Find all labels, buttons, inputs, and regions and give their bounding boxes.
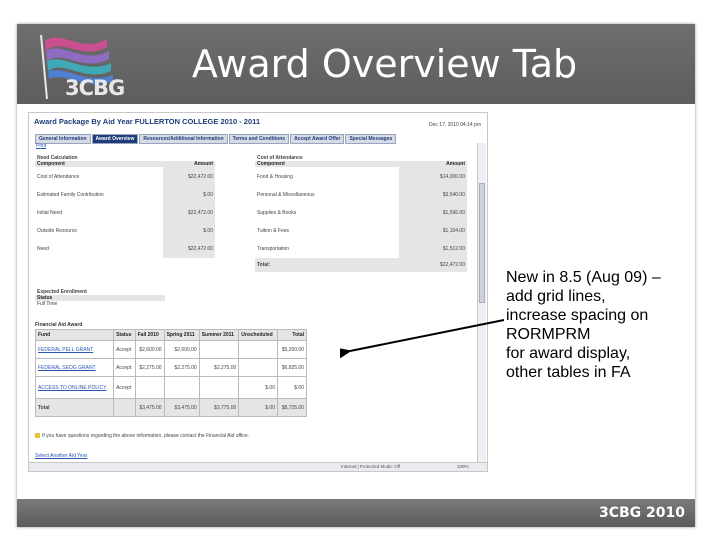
- aid-table: Fund Status Fall 2010 Spring 2011 Summer…: [34, 329, 308, 417]
- enrollment-table: Expected Enrollment Status Full Time: [35, 289, 165, 307]
- coa-row-label: Transportation: [257, 246, 290, 252]
- coa-row-amount: $1,512.00: [399, 240, 467, 258]
- tab-award-overview[interactable]: Award Overview: [91, 134, 139, 144]
- aid-fall: [134, 376, 165, 399]
- aid-total: $.00: [276, 376, 308, 399]
- coa-row-amount: $1,596.00: [399, 204, 467, 222]
- aid-summer: [198, 376, 240, 399]
- aid-status: Accept: [113, 376, 136, 399]
- tab-special-messages[interactable]: Special Messages: [345, 134, 397, 144]
- need-row-amount: $22,472.00: [162, 240, 215, 258]
- footer-text: 3CBG 2010: [598, 505, 685, 521]
- coa-row-label: Supplies & Books: [257, 210, 297, 216]
- timestamp: Dec 17, 2010 04:14 pm: [429, 122, 481, 128]
- scrollbar-thumb[interactable]: [479, 183, 485, 303]
- coa-total-amount: $22,472.00: [399, 258, 467, 272]
- lightbulb-icon: [35, 433, 40, 439]
- aid-col-fall: Fall 2010: [134, 329, 165, 341]
- slide-title: Award Overview Tab: [191, 42, 578, 86]
- table-total-row: Total $3,475.00 $3,475.00 $3,775.00 $.00…: [34, 398, 308, 417]
- coa-row-amount: $14,000.00: [399, 167, 467, 186]
- aid-total-fall: $3,475.00: [134, 398, 165, 417]
- need-row-amount: $.00: [162, 186, 215, 204]
- embedded-screenshot: Award Package By Aid Year FULLERTON COLL…: [28, 112, 488, 472]
- aid-total-label: Total: [34, 398, 115, 417]
- need-row-label: Cost of Attendance: [37, 173, 80, 180]
- table-row: FEDERAL SEOG GRANT Accept $2,275.00 $2,2…: [34, 358, 308, 377]
- aid-fall: $2,600.00: [134, 340, 165, 359]
- page-title: Award Package By Aid Year FULLERTON COLL…: [34, 117, 261, 126]
- aid-fund-link[interactable]: FEDERAL PELL GRANT: [34, 340, 115, 359]
- aid-col-status: Status: [113, 329, 136, 341]
- help-note: If you have questions regarding the abov…: [35, 433, 249, 439]
- cost-of-attendance-table: Cost of Attendance Component Amount Food…: [255, 155, 467, 272]
- need-row-amount: $22,472.00: [162, 204, 215, 222]
- aid-col-spring: Spring 2011: [163, 329, 200, 341]
- help-note-text: If you have questions regarding the abov…: [42, 433, 249, 439]
- need-calculation-table: Need Calculation Component Amount Cost o…: [35, 155, 215, 258]
- coa-row-label: Food & Housing: [257, 173, 293, 180]
- aid-fund-link[interactable]: FEDERAL SEOG GRANT: [34, 358, 115, 377]
- aid-col-fund: Fund: [34, 329, 115, 341]
- aid-spring: $2,275.00: [163, 358, 200, 377]
- callout-line: add grid lines,: [506, 288, 606, 305]
- aid-header: Financial Aid Award: [35, 322, 83, 328]
- slide-footer: 3CBG 2010: [17, 499, 695, 527]
- table-row: FEDERAL PELL GRANT Accept $2,600.00 $2,6…: [34, 340, 308, 359]
- status-zone: Internet | Protected Mode: Off: [341, 464, 401, 469]
- callout-arrow: [340, 319, 505, 360]
- tab-terms-conditions[interactable]: Terms and Conditions: [228, 134, 290, 144]
- need-row-amount: $.00: [162, 222, 215, 240]
- aid-unscheduled: $.00: [238, 376, 278, 399]
- coa-row-amount: $3,540.00: [399, 186, 467, 204]
- callout-line: other tables in FA: [506, 364, 631, 381]
- need-row-amount: $22,472.00: [162, 167, 215, 186]
- coa-row-amount: $1,104.00: [399, 222, 467, 240]
- aid-unscheduled: [238, 358, 278, 377]
- print-link[interactable]: Print: [36, 143, 46, 149]
- callout-line: New in 8.5 (Aug 09) –: [506, 269, 661, 286]
- slide-header: 3CBG Award Overview Tab: [17, 24, 695, 104]
- callout-line: increase spacing on: [506, 307, 649, 324]
- aid-total-unscheduled: $.00: [238, 398, 278, 417]
- aid-status: Accept: [113, 358, 136, 377]
- aid-unscheduled: [238, 340, 278, 359]
- callout-line: for award display,: [506, 345, 631, 362]
- aid-spring: [163, 376, 200, 399]
- aid-fund-link[interactable]: ACCESS TO ONLINE POLICY: [34, 376, 115, 399]
- need-row-label: Initial Need: [37, 210, 63, 216]
- need-row-label: Outside Resource: [37, 228, 78, 234]
- aid-col-total: Total: [276, 329, 308, 341]
- need-row-label: Need: [37, 246, 49, 252]
- coa-row-label: Tuition & Fees: [257, 228, 290, 234]
- aid-status: Accept: [113, 340, 136, 359]
- aid-total-total: $8,725.00: [276, 398, 308, 417]
- aid-summer: [198, 340, 240, 359]
- coa-total-label: Total:: [255, 258, 400, 272]
- aid-total-summer: $3,775.00: [198, 398, 240, 417]
- status-zoom[interactable]: 100%: [457, 464, 469, 469]
- callout-line: RORMPRM: [506, 326, 591, 343]
- browser-status-bar: Internet | Protected Mode: Off 100%: [29, 462, 487, 471]
- aid-fall: $2,275.00: [134, 358, 165, 377]
- tab-accept-award[interactable]: Accept Award Offer: [290, 134, 345, 144]
- need-row-label: Estimated Family Contribution: [37, 192, 104, 198]
- table-row: ACCESS TO ONLINE POLICY Accept $.00 $.00: [34, 376, 308, 399]
- callout-text: New in 8.5 (Aug 09) – add grid lines, in…: [506, 268, 691, 382]
- coa-row-label: Personal & Miscellaneous: [257, 192, 315, 198]
- aid-col-unscheduled: Unscheduled: [238, 329, 278, 341]
- tab-bar: General Information Award Overview Resou…: [35, 134, 397, 144]
- tab-resources[interactable]: Resources/Additional Information: [139, 134, 228, 144]
- aid-summer: $2,275.00: [198, 358, 240, 377]
- aid-col-summer: Summer 2011: [198, 329, 240, 341]
- aid-spring: $2,600.00: [163, 340, 200, 359]
- enrollment-status-value: Full Time: [37, 301, 58, 307]
- select-another-aid-year-link[interactable]: Select Another Aid Year: [35, 453, 87, 459]
- aid-total: $6,825.00: [276, 358, 308, 377]
- aid-total: $5,200.00: [276, 340, 308, 359]
- aid-total-spring: $3,475.00: [163, 398, 200, 417]
